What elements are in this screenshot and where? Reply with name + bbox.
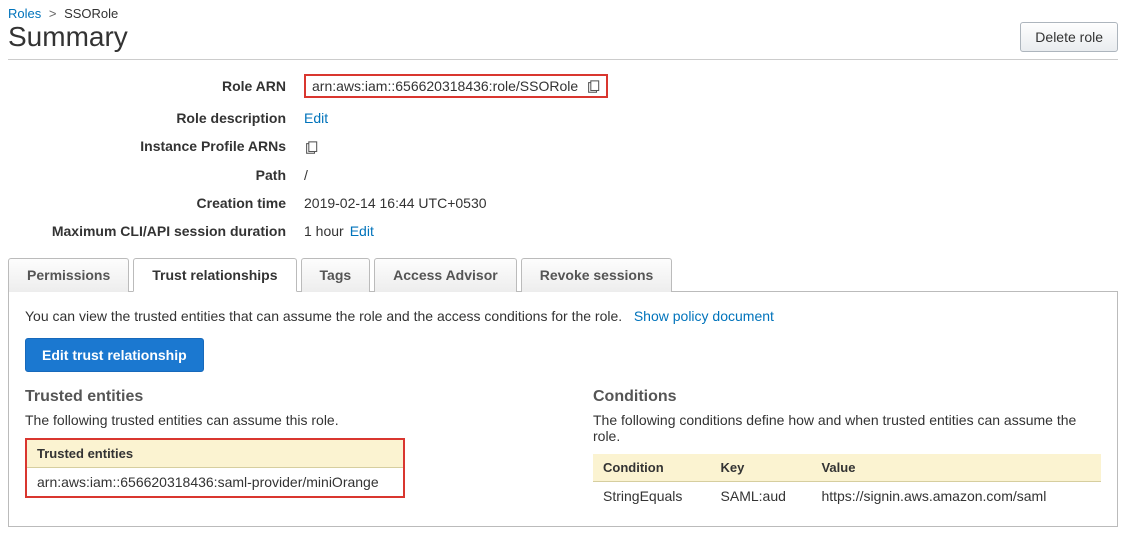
max-session-edit-link[interactable]: Edit (350, 223, 374, 239)
path-label: Path (8, 167, 304, 183)
trust-tab-content: You can view the trusted entities that c… (8, 292, 1118, 527)
copy-icon[interactable] (586, 78, 600, 94)
path-value: / (304, 167, 308, 183)
role-arn-label: Role ARN (8, 78, 304, 94)
cond-col-key: Key (711, 454, 812, 482)
trust-desc-row: You can view the trusted entities that c… (25, 308, 1101, 324)
conditions-table: Condition Key Value StringEquals SAML:au… (593, 454, 1101, 510)
page-title: Summary (8, 21, 128, 53)
max-session-label: Maximum CLI/API session duration (8, 223, 304, 239)
conditions-sub: The following conditions define how and … (593, 412, 1101, 444)
role-details: Role ARN arn:aws:iam::656620318436:role/… (8, 74, 1118, 239)
conditions-heading: Conditions (593, 388, 1101, 406)
cond-col-condition: Condition (593, 454, 711, 482)
tab-trust-relationships[interactable]: Trust relationships (133, 258, 296, 292)
tab-permissions[interactable]: Permissions (8, 258, 129, 292)
delete-role-button[interactable]: Delete role (1020, 22, 1118, 52)
edit-trust-button[interactable]: Edit trust relationship (25, 338, 204, 372)
cond-cell-value: https://signin.aws.amazon.com/saml (811, 481, 1101, 510)
header: Summary Delete role (8, 21, 1118, 60)
trusted-entities-sub: The following trusted entities can assum… (25, 412, 533, 428)
role-desc-label: Role description (8, 110, 304, 126)
trusted-entities-col-header: Trusted entities (27, 440, 403, 468)
instance-profile-label: Instance Profile ARNs (8, 138, 304, 154)
creation-label: Creation time (8, 195, 304, 211)
cond-cell-key: SAML:aud (711, 481, 812, 510)
trusted-entities-highlight: Trusted entities arn:aws:iam::6566203184… (25, 438, 405, 498)
breadcrumb-current: SSORole (64, 6, 118, 21)
role-arn-value: arn:aws:iam::656620318436:role/SSORole (312, 78, 578, 94)
trusted-entities-value: arn:aws:iam::656620318436:saml-provider/… (27, 468, 403, 496)
tab-tags[interactable]: Tags (301, 258, 371, 292)
breadcrumb-sep: > (45, 6, 61, 21)
tab-revoke-sessions[interactable]: Revoke sessions (521, 258, 673, 292)
breadcrumb-roles-link[interactable]: Roles (8, 6, 41, 21)
tabs: Permissions Trust relationships Tags Acc… (8, 257, 1118, 292)
role-arn-highlight: arn:aws:iam::656620318436:role/SSORole (304, 74, 608, 98)
trusted-entities-heading: Trusted entities (25, 388, 533, 406)
tab-access-advisor[interactable]: Access Advisor (374, 258, 517, 292)
trust-desc-text: You can view the trusted entities that c… (25, 308, 622, 324)
creation-value: 2019-02-14 16:44 UTC+0530 (304, 195, 487, 211)
show-policy-link[interactable]: Show policy document (634, 308, 774, 324)
trusted-entities-section: Trusted entities The following trusted e… (25, 388, 533, 510)
max-session-value: 1 hour (304, 223, 344, 239)
role-desc-edit-link[interactable]: Edit (304, 110, 328, 126)
cond-cell-condition: StringEquals (593, 481, 711, 510)
breadcrumb: Roles > SSORole (8, 4, 1118, 21)
cond-row: StringEquals SAML:aud https://signin.aws… (593, 481, 1101, 510)
conditions-section: Conditions The following conditions defi… (593, 388, 1101, 510)
cond-col-value: Value (811, 454, 1101, 482)
copy-icon[interactable] (304, 138, 318, 154)
